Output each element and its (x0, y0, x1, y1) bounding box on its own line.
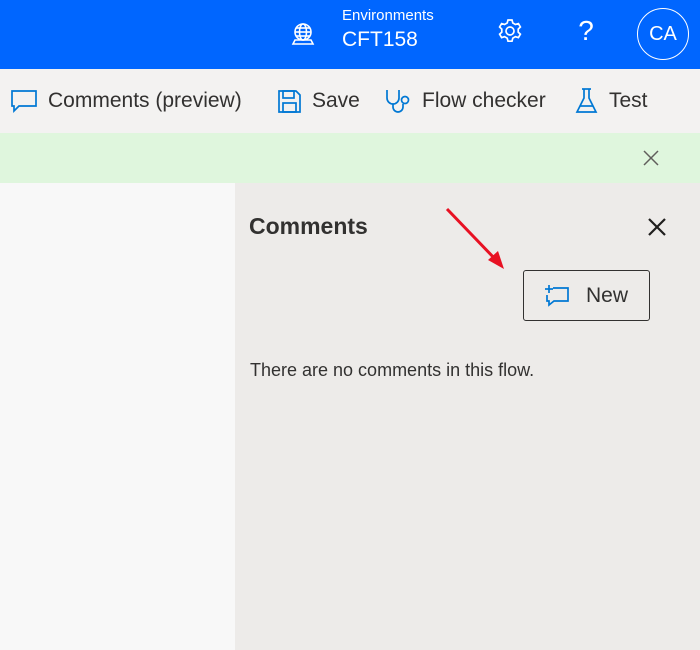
user-avatar[interactable]: CA (637, 8, 689, 60)
close-panel-icon[interactable] (646, 216, 668, 238)
new-comment-label: New (586, 283, 629, 307)
environment-name: CFT158 (342, 28, 418, 51)
settings-gear-icon[interactable] (496, 17, 524, 45)
save-button[interactable]: Save (277, 69, 360, 133)
new-comment-icon (545, 284, 569, 307)
help-question-icon[interactable]: ? (574, 13, 598, 49)
comments-preview-button[interactable]: Comments (preview) (10, 69, 242, 133)
comments-panel: Comments New There are no comments in th… (235, 183, 700, 650)
flow-checker-label: Flow checker (422, 89, 546, 112)
dismiss-close-icon[interactable] (640, 147, 662, 169)
comments-preview-label: Comments (preview) (48, 89, 242, 112)
environment-label: Environments (342, 7, 434, 24)
top-header-bar: Environments CFT158 ? CA (0, 0, 700, 69)
flow-checker-button[interactable]: Flow checker (384, 69, 546, 133)
flow-canvas (0, 183, 235, 650)
save-label: Save (312, 89, 360, 112)
test-button[interactable]: Test (574, 69, 648, 133)
stethoscope-icon (386, 90, 410, 113)
environment-globe-icon[interactable] (289, 20, 317, 48)
test-beaker-icon (575, 88, 598, 113)
comments-panel-title: Comments (249, 213, 368, 239)
test-label: Test (609, 89, 648, 112)
new-comment-button[interactable]: New (523, 270, 650, 321)
comment-icon (11, 90, 37, 114)
environment-selector[interactable]: Environments CFT158 (342, 7, 434, 55)
command-toolbar: Comments (preview) Save Flow checker Tes… (0, 69, 700, 133)
notification-banner (0, 133, 700, 183)
empty-comments-message: There are no comments in this flow. (250, 360, 535, 380)
save-floppy-icon (278, 89, 301, 113)
